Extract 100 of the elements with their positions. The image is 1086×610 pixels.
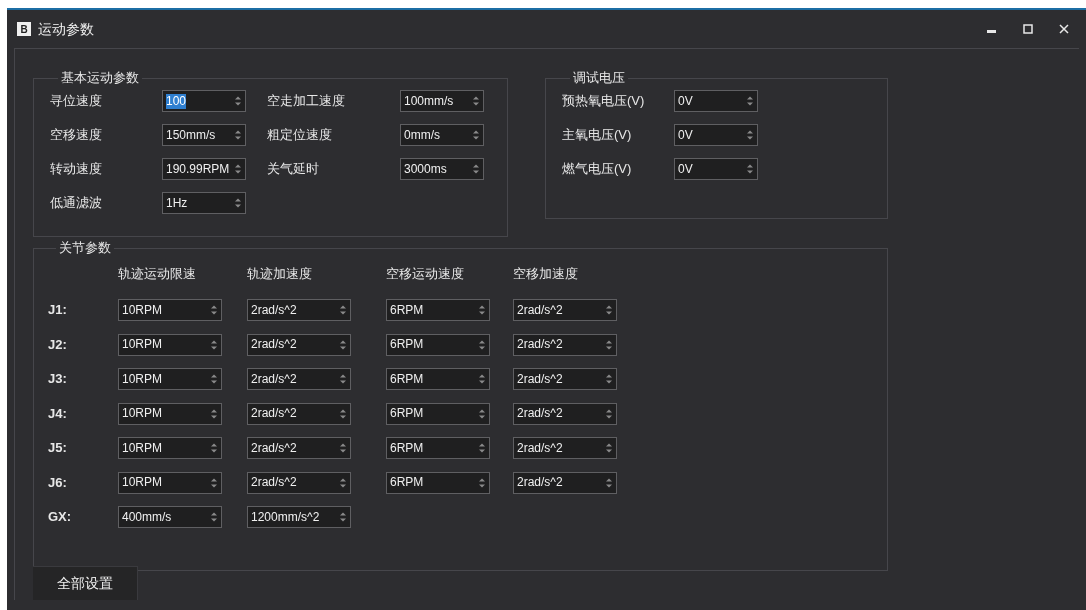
spin-arrows-icon[interactable] (746, 163, 754, 175)
spin-box[interactable]: 2rad/s^2 (513, 333, 617, 356)
field-label: 空走加工速度 (267, 92, 346, 111)
spin-arrows-icon[interactable] (478, 407, 486, 420)
spin-arrows-icon[interactable] (210, 476, 218, 489)
spin-box[interactable]: 1200mm/s^2 (247, 506, 351, 528)
spin-box[interactable]: 6RPM (386, 333, 490, 356)
spin-arrows-icon[interactable] (605, 373, 613, 385)
field-label: 低通滤波 (50, 194, 103, 213)
close-icon[interactable] (1059, 24, 1069, 34)
spin-box[interactable]: 150mm/s (162, 124, 246, 146)
spin-arrows-icon[interactable] (234, 129, 242, 141)
spin-arrows-icon[interactable] (339, 407, 347, 420)
spin-box[interactable]: 2rad/s^2 (513, 299, 617, 321)
column-header: 轨迹运动限速 (118, 265, 197, 284)
spin-box[interactable]: 10RPM (118, 471, 222, 494)
group-title: 关节参数 (58, 241, 112, 255)
spin-box[interactable]: 2rad/s^2 (247, 333, 351, 356)
joint-label: J3: (48, 370, 68, 389)
apply-all-button[interactable]: 全部设置 (33, 566, 138, 600)
spin-arrows-icon[interactable] (746, 95, 754, 107)
spin-box[interactable]: 6RPM (386, 368, 490, 390)
spin-arrows-icon[interactable] (478, 338, 486, 351)
spin-arrows-icon[interactable] (210, 407, 218, 420)
spin-arrows-icon[interactable] (605, 407, 613, 420)
spin-arrows-icon[interactable] (339, 511, 347, 523)
spin-arrows-icon[interactable] (339, 373, 347, 385)
spin-box[interactable]: 10RPM (118, 333, 222, 356)
field-label: 转动速度 (50, 160, 103, 179)
joint-label: J5: (48, 439, 68, 458)
spin-box[interactable]: 10RPM (118, 368, 222, 390)
spin-box[interactable]: 3000ms (400, 158, 484, 180)
spin-box[interactable]: 190.99RPM (162, 158, 246, 180)
spin-box[interactable]: 2rad/s^2 (247, 368, 351, 390)
window-title: 运动参数 (38, 19, 94, 39)
spin-box[interactable]: 10RPM (118, 299, 222, 321)
spin-arrows-icon[interactable] (605, 476, 613, 489)
spin-arrows-icon[interactable] (605, 304, 613, 316)
spin-arrows-icon[interactable] (478, 442, 486, 454)
spin-box[interactable]: 2rad/s^2 (247, 402, 351, 425)
maximize-icon[interactable] (1023, 24, 1033, 34)
spin-box[interactable]: 100mm/s (400, 90, 484, 112)
spin-arrows-icon[interactable] (210, 511, 218, 523)
joint-label: J4: (48, 404, 68, 423)
joint-label: J2: (48, 335, 68, 354)
spin-arrows-icon[interactable] (478, 476, 486, 489)
spin-box[interactable]: 2rad/s^2 (513, 471, 617, 494)
spin-arrows-icon[interactable] (472, 163, 480, 175)
spin-arrows-icon[interactable] (478, 304, 486, 316)
spin-arrows-icon[interactable] (339, 476, 347, 489)
spin-box[interactable]: 2rad/s^2 (247, 437, 351, 459)
spin-arrows-icon[interactable] (605, 338, 613, 351)
column-header: 轨迹加速度 (247, 265, 313, 284)
spin-box[interactable]: 6RPM (386, 299, 490, 321)
field-label: 燃气电压(V) (562, 160, 633, 179)
group-title: 基本运动参数 (60, 71, 140, 85)
spin-box[interactable]: 2rad/s^2 (247, 471, 351, 494)
column-header: 空移运动速度 (386, 265, 465, 284)
column-header: 空移加速度 (513, 265, 579, 284)
spin-box[interactable]: 400mm/s (118, 506, 222, 528)
group-title: 调试电压 (572, 71, 626, 85)
spin-box[interactable]: 2rad/s^2 (513, 437, 617, 459)
spin-arrows-icon[interactable] (210, 304, 218, 316)
spin-arrows-icon[interactable] (210, 373, 218, 385)
spin-arrows-icon[interactable] (339, 338, 347, 351)
spin-arrows-icon[interactable] (339, 442, 347, 454)
spin-box[interactable]: 0V (674, 124, 758, 146)
spin-box[interactable]: 10RPM (118, 437, 222, 459)
spin-arrows-icon[interactable] (234, 95, 242, 107)
joint-label: GX: (48, 508, 73, 527)
spin-box[interactable]: 0V (674, 90, 758, 112)
spin-box[interactable]: 100 (162, 90, 246, 112)
spin-arrows-icon[interactable] (234, 197, 242, 209)
spin-box[interactable]: 6RPM (386, 471, 490, 494)
spin-box[interactable]: 2rad/s^2 (247, 299, 351, 321)
spin-box[interactable]: 10RPM (118, 402, 222, 425)
field-label: 空移速度 (50, 126, 103, 145)
spin-box[interactable]: 6RPM (386, 402, 490, 425)
spin-box[interactable]: 0V (674, 158, 758, 180)
spin-arrows-icon[interactable] (234, 163, 242, 175)
spin-arrows-icon[interactable] (339, 304, 347, 316)
spin-box[interactable]: 6RPM (386, 437, 490, 459)
spin-arrows-icon[interactable] (210, 442, 218, 454)
spin-arrows-icon[interactable] (472, 95, 480, 107)
spin-box[interactable]: 0mm/s (400, 124, 484, 146)
spin-box[interactable]: 1Hz (162, 192, 246, 214)
app-logo-icon: B (17, 22, 31, 36)
joint-label: J6: (48, 473, 68, 492)
spin-arrows-icon[interactable] (605, 442, 613, 454)
spin-box[interactable]: 2rad/s^2 (513, 402, 617, 425)
spin-arrows-icon[interactable] (472, 129, 480, 141)
spin-box[interactable]: 2rad/s^2 (513, 368, 617, 390)
field-label: 主氧电压(V) (562, 126, 633, 145)
spin-arrows-icon[interactable] (746, 129, 754, 141)
field-label: 关气延时 (267, 160, 320, 179)
spin-arrows-icon[interactable] (478, 373, 486, 385)
field-label: 粗定位速度 (267, 126, 333, 145)
field-label: 预热氧电压(V) (562, 92, 646, 111)
spin-arrows-icon[interactable] (210, 338, 218, 351)
joint-label: J1: (48, 301, 68, 320)
